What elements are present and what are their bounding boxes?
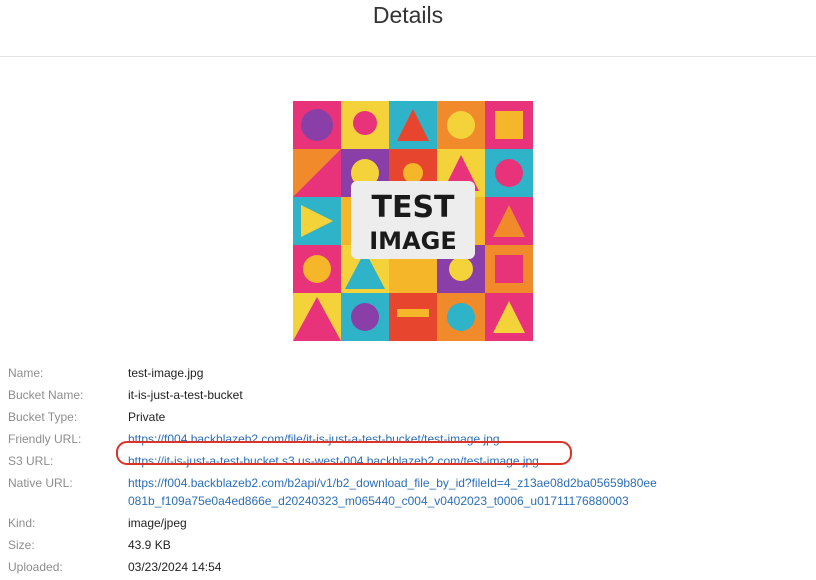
size-label: Size: xyxy=(8,538,35,552)
dialog-header: Details xyxy=(0,0,816,57)
detail-row-name: Name: test-image.jpg xyxy=(8,364,808,382)
s3-url-label: S3 URL: xyxy=(8,454,54,468)
native-url-line2: 081b_f109a75e0a4ed866e_d20240323_m065440… xyxy=(128,494,629,508)
kind-value: image/jpeg xyxy=(128,516,187,530)
native-url-label: Native URL: xyxy=(8,476,73,490)
size-value: 43.9 KB xyxy=(128,538,171,552)
uploaded-label: Uploaded: xyxy=(8,560,63,574)
uploaded-value: 03/23/2024 14:54 xyxy=(128,560,222,574)
detail-row-friendly-url: Friendly URL: https://f004.backblazeb2.c… xyxy=(8,430,808,448)
detail-row-kind: Kind: image/jpeg xyxy=(8,514,808,532)
detail-row-size: Size: 43.9 KB xyxy=(8,536,808,554)
detail-row-uploaded: Uploaded: 03/23/2024 14:54 xyxy=(8,558,808,576)
detail-row-native-url: Native URL: https://f004.backblazeb2.com… xyxy=(8,474,808,510)
friendly-url-label: Friendly URL: xyxy=(8,432,82,446)
bucket-name-value: it-is-just-a-test-bucket xyxy=(128,388,243,402)
friendly-url-link[interactable]: https://f004.backblazeb2.com/file/it-is-… xyxy=(128,430,500,448)
detail-row-s3-url: S3 URL: https://it-is-just-a-test-bucket… xyxy=(8,441,808,470)
native-url-line1: https://f004.backblazeb2.com/b2api/v1/b2… xyxy=(128,476,657,490)
s3-url-link[interactable]: https://it-is-just-a-test-bucket.s3.us-w… xyxy=(128,452,539,470)
detail-row-bucket-type: Bucket Type: Private xyxy=(8,408,808,426)
bucket-type-label: Bucket Type: xyxy=(8,410,78,424)
bucket-name-label: Bucket Name: xyxy=(8,388,84,402)
preview-text-line2: IMAGE xyxy=(369,227,456,255)
test-image-artwork: TEST IMAGE xyxy=(293,101,533,341)
native-url-link[interactable]: https://f004.backblazeb2.com/b2api/v1/b2… xyxy=(128,474,688,510)
name-value: test-image.jpg xyxy=(128,366,204,380)
bucket-type-value: Private xyxy=(128,410,166,424)
detail-row-bucket-name: Bucket Name: it-is-just-a-test-bucket xyxy=(8,386,808,404)
name-label: Name: xyxy=(8,366,44,380)
preview-text-line1: TEST xyxy=(371,190,455,225)
page-title: Details xyxy=(372,2,444,28)
file-details: Name: test-image.jpg Bucket Name: it-is-… xyxy=(8,364,808,580)
kind-label: Kind: xyxy=(8,516,36,530)
image-preview: TEST IMAGE xyxy=(293,101,533,341)
